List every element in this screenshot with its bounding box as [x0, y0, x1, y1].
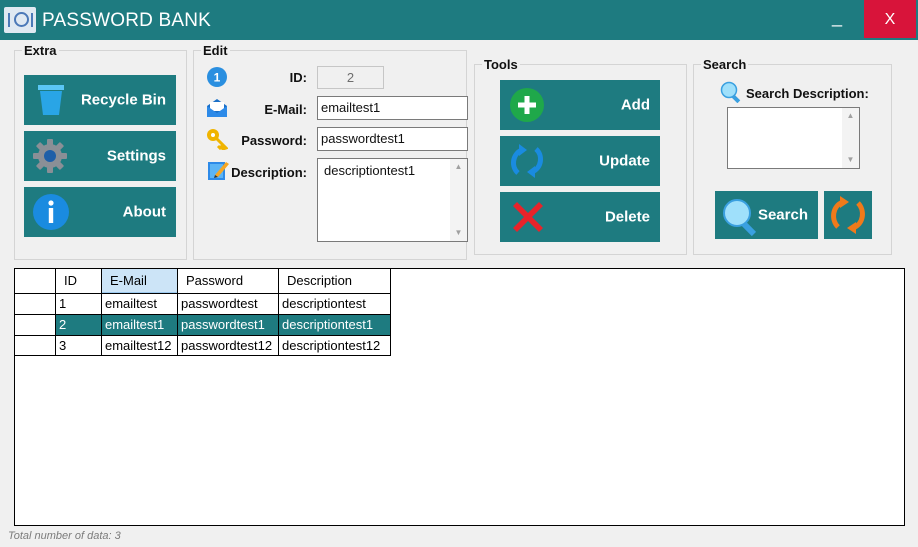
id-label: ID:: [289, 70, 307, 85]
cell-id[interactable]: 3: [56, 336, 101, 356]
delete-label: Delete: [604, 208, 650, 226]
search-button[interactable]: Search: [715, 191, 818, 239]
add-button[interactable]: Add: [500, 80, 660, 130]
password-field[interactable]: passwordtest1: [317, 127, 468, 151]
id-badge-icon: 1: [207, 67, 227, 87]
update-button[interactable]: Update: [500, 136, 660, 186]
description-textarea[interactable]: descriptiontest1 ▲ ▼: [317, 158, 468, 242]
scroll-down-icon[interactable]: ▼: [450, 225, 467, 241]
refresh-button[interactable]: [824, 191, 872, 239]
email-label: E-Mail:: [264, 102, 307, 117]
email-envelope-icon: [207, 99, 227, 117]
svg-text:1: 1: [214, 71, 221, 85]
search-label: Search: [757, 206, 808, 224]
scroll-up-icon[interactable]: ▲: [450, 159, 467, 175]
table-row[interactable]: 3 emailtest12 passwordtest12 description…: [15, 336, 391, 355]
description-text: descriptiontest1: [324, 163, 416, 178]
cell-description[interactable]: descriptiontest12: [279, 336, 390, 356]
cell-password[interactable]: passwordtest1: [178, 315, 278, 335]
total-count-label: Total number of data: 3: [8, 530, 121, 542]
close-button[interactable]: X: [864, 0, 916, 38]
pencil-note-icon: [208, 162, 229, 180]
search-description-label: Search Description:: [746, 86, 869, 101]
minimize-button[interactable]: _: [812, 0, 862, 38]
search-description-textarea[interactable]: ▲ ▼: [727, 107, 860, 169]
description-label: Description:: [231, 165, 307, 180]
recycle-bin-button[interactable]: Recycle Bin: [24, 75, 176, 125]
cell-email[interactable]: emailtest12: [102, 336, 177, 356]
grid-header-email[interactable]: E-Mail: [102, 269, 178, 293]
cell-id[interactable]: 1: [56, 294, 101, 314]
extra-group-title: Extra: [22, 43, 59, 58]
description-scrollbar[interactable]: ▲ ▼: [450, 159, 467, 241]
settings-button[interactable]: Settings: [24, 131, 176, 181]
magnifier-icon: [720, 81, 741, 103]
table-row-selected[interactable]: ▶ 2 emailtest1 passwordtest1 description…: [15, 315, 391, 335]
id-field[interactable]: 2: [317, 66, 384, 89]
password-label: Password:: [241, 133, 307, 148]
search-scrollbar[interactable]: ▲ ▼: [842, 108, 859, 168]
info-icon: [33, 194, 69, 230]
settings-gear-icon: [33, 139, 67, 173]
title-bar: PASSWORD BANK _ X: [0, 0, 918, 40]
search-scroll-up-icon[interactable]: ▲: [842, 108, 859, 124]
update-refresh-icon: [511, 144, 543, 178]
email-field[interactable]: emailtest1: [317, 96, 468, 120]
cell-password[interactable]: passwordtest12: [178, 336, 278, 356]
recycle-bin-icon: [38, 85, 64, 115]
add-label: Add: [620, 96, 650, 114]
cell-description[interactable]: descriptiontest1: [279, 315, 390, 335]
grid-header-id[interactable]: ID: [56, 269, 102, 293]
search-scroll-down-icon[interactable]: ▼: [842, 152, 859, 168]
data-grid[interactable]: ID E-Mail Password Description 1 emailte…: [14, 268, 905, 526]
add-plus-icon: [510, 88, 544, 122]
recycle-bin-label: Recycle Bin: [80, 91, 166, 109]
cell-id[interactable]: 2: [56, 315, 101, 335]
table-row[interactable]: 1 emailtest passwordtest descriptiontest: [15, 294, 391, 314]
update-label: Update: [599, 152, 650, 170]
tools-group-title: Tools: [482, 57, 520, 72]
grid-header-description[interactable]: Description: [279, 269, 390, 293]
app-logo-icon: [4, 7, 36, 33]
cell-description[interactable]: descriptiontest: [279, 294, 390, 314]
cell-email[interactable]: emailtest: [102, 294, 177, 314]
grid-header-password[interactable]: Password: [178, 269, 279, 293]
search-magnifier-icon: [723, 199, 757, 237]
settings-label: Settings: [106, 147, 166, 165]
about-label: About: [122, 203, 166, 221]
edit-group-title: Edit: [201, 43, 230, 58]
search-group-title: Search: [701, 57, 749, 72]
delete-x-icon: [513, 202, 543, 232]
key-icon: [207, 129, 228, 150]
cell-email[interactable]: emailtest1: [102, 315, 177, 335]
refresh-icon: [831, 196, 865, 234]
window-title: PASSWORD BANK: [42, 10, 212, 31]
cell-password[interactable]: passwordtest: [178, 294, 278, 314]
about-button[interactable]: About: [24, 187, 176, 237]
delete-button[interactable]: Delete: [500, 192, 660, 242]
